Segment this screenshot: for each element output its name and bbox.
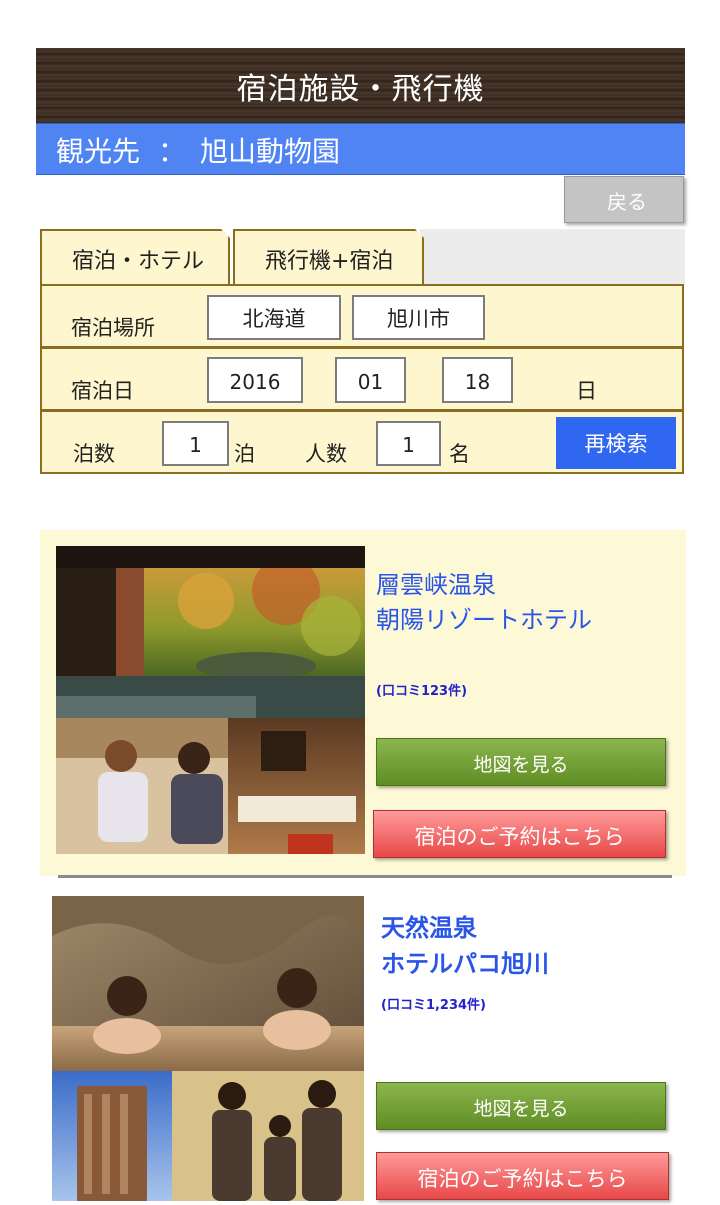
- nights-label: 泊数: [73, 442, 115, 466]
- destination-separator: ：: [158, 135, 187, 168]
- tab-flight-hotel[interactable]: 飛行機+宿泊: [233, 229, 424, 285]
- map-button[interactable]: 地図を見る: [376, 738, 666, 786]
- hotel-name-line2[interactable]: 朝陽リゾートホテル: [376, 601, 592, 639]
- destination-bar: 観光先 ： 旭山動物園: [36, 123, 685, 175]
- day-unit: 日: [576, 379, 597, 403]
- tab-flight-hotel-label: 飛行機+宿泊: [265, 249, 394, 274]
- tab-strip: [420, 229, 685, 285]
- page-header: 宿泊施設・飛行機: [36, 48, 685, 123]
- destination-value: 旭山動物園: [200, 135, 341, 168]
- month-field[interactable]: 01: [335, 357, 406, 403]
- hotel-photo-image: [52, 896, 364, 1201]
- hotel-photo[interactable]: [52, 896, 364, 1201]
- location-label: 宿泊場所: [71, 316, 155, 340]
- tab-hotel-label: 宿泊・ホテル: [72, 249, 205, 274]
- map-button[interactable]: 地図を見る: [376, 1082, 666, 1130]
- nights-unit: 泊: [234, 442, 255, 466]
- back-button[interactable]: 戻る: [564, 176, 684, 223]
- hotel-photo[interactable]: [56, 546, 365, 854]
- hotel-name-line2[interactable]: ホテルパコ旭川: [381, 945, 549, 983]
- review-count-link[interactable]: (口コミ123件): [376, 680, 467, 699]
- search-button[interactable]: 再検索: [556, 417, 676, 469]
- card-divider: [58, 875, 672, 878]
- date-label: 宿泊日: [71, 379, 134, 403]
- people-label: 人数: [305, 442, 347, 466]
- tab-hotel[interactable]: 宿泊・ホテル: [40, 229, 230, 285]
- hotel-name-line1[interactable]: 層雲峡温泉: [376, 566, 496, 604]
- nights-field[interactable]: 1: [162, 421, 229, 466]
- book-button[interactable]: 宿泊のご予約はこちら: [373, 810, 666, 858]
- prefecture-select[interactable]: 北海道: [207, 295, 341, 340]
- destination-label: 観光先: [56, 135, 141, 168]
- city-select[interactable]: 旭川市: [352, 295, 485, 340]
- day-field[interactable]: 18: [442, 357, 513, 403]
- people-field[interactable]: 1: [376, 421, 441, 466]
- page-title: 宿泊施設・飛行機: [236, 72, 485, 107]
- year-field[interactable]: 2016: [207, 357, 303, 403]
- review-count-link[interactable]: (口コミ1,234件): [381, 994, 486, 1013]
- people-unit: 名: [449, 442, 470, 466]
- hotel-name-line1[interactable]: 天然温泉: [381, 909, 477, 947]
- book-button[interactable]: 宿泊のご予約はこちら: [376, 1152, 669, 1200]
- hotel-photo-image: [56, 546, 365, 854]
